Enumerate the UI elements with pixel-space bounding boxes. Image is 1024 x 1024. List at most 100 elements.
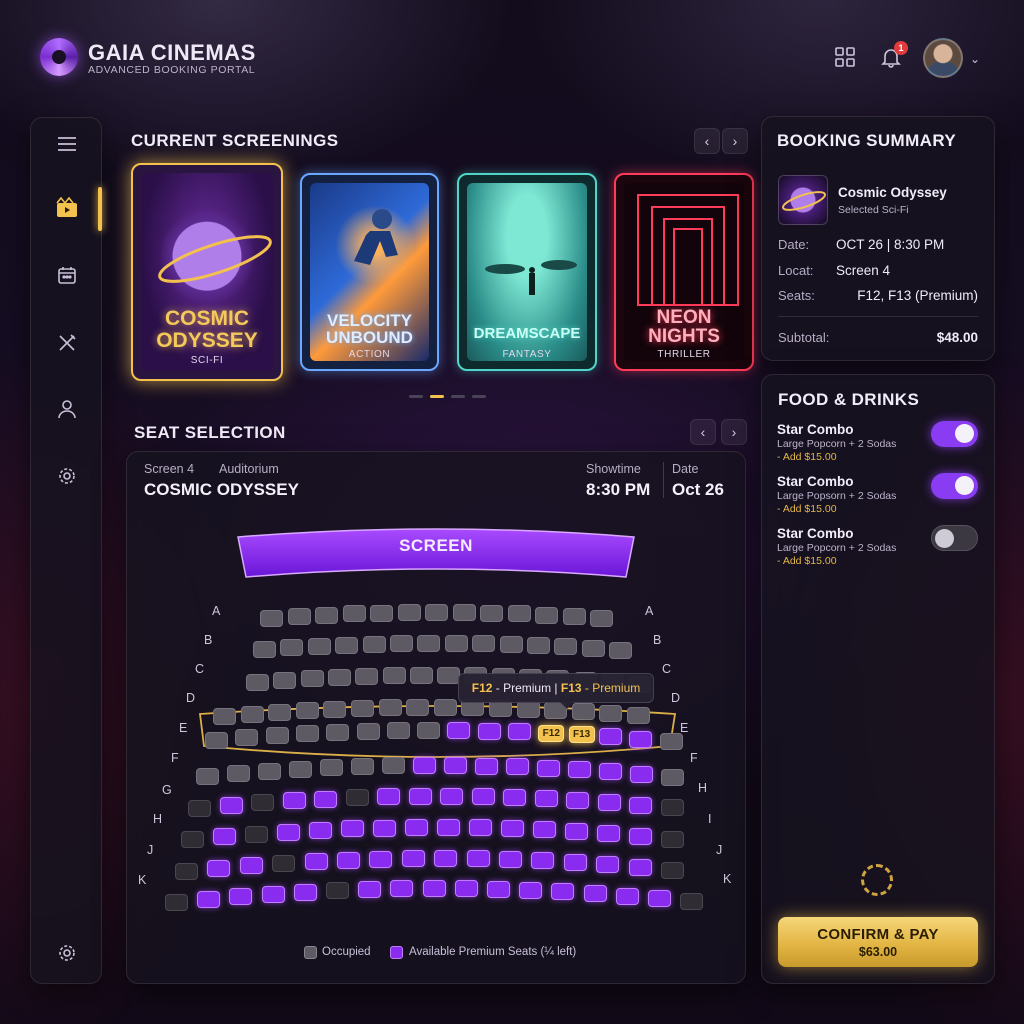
seat-available[interactable] [408,788,432,805]
dining-icon[interactable] [55,331,79,355]
seat-available[interactable] [629,731,653,748]
seat-available[interactable] [454,880,478,897]
user-avatar[interactable] [923,38,963,78]
seat-available[interactable] [447,722,471,739]
seat-available[interactable] [413,757,436,774]
seat-available[interactable] [597,825,620,842]
seat-available[interactable] [219,797,243,814]
row-label-left: E [179,721,188,735]
carousel-dot[interactable] [409,395,423,398]
seat-available[interactable] [358,881,382,898]
seat-available[interactable] [390,880,414,897]
movie-card-dreamscape[interactable]: DREAMSCAPE FANTASY [457,173,597,371]
settings-icon[interactable] [55,464,79,488]
seat-available[interactable] [471,788,495,805]
seat-available[interactable] [563,854,587,871]
food-toggle-3[interactable] [931,525,978,551]
seat-available[interactable] [239,857,263,874]
screenings-prev-button[interactable]: ‹ [694,128,720,154]
carousel-dot[interactable] [472,395,486,398]
seat-available[interactable] [377,788,400,805]
seat-selected[interactable]: F12 [538,725,565,742]
seat-available[interactable] [630,766,653,783]
seat-selected[interactable]: F13 [568,726,595,743]
seat-available[interactable] [469,819,492,836]
seat-available[interactable] [537,760,560,777]
seat-available[interactable] [304,853,328,870]
seat-available[interactable] [597,794,621,811]
seat-available[interactable] [444,757,467,774]
seat-available[interactable] [341,820,364,837]
seat-available[interactable] [534,790,558,807]
confirm-pay-button[interactable]: CONFIRM & PAY $63.00 [778,917,978,967]
seat-available[interactable] [583,885,607,902]
seat-available[interactable] [405,819,428,836]
seat-occupied [181,831,204,848]
user-icon[interactable] [55,397,79,421]
seat-available[interactable] [599,763,622,780]
seat-available[interactable] [440,788,463,805]
seat-available[interactable] [487,881,510,898]
seat-available[interactable] [531,852,555,869]
seat-available[interactable] [533,821,556,838]
seat-available[interactable] [475,758,498,775]
seat-available[interactable] [519,882,543,899]
seat-available[interactable] [373,820,396,837]
confirm-label: CONFIRM & PAY [817,926,939,943]
seat-available[interactable] [629,797,652,814]
calendar-icon[interactable] [55,263,79,287]
food-toggle-1[interactable] [931,421,978,447]
seat-available[interactable] [401,850,425,867]
food-toggle-2[interactable] [931,473,978,499]
summary-location-label: Locat: [778,263,814,278]
seat-available[interactable] [422,880,446,897]
tooltip-seat2: F13 [560,681,582,695]
seat-available[interactable] [615,888,639,905]
seat-available[interactable] [508,723,531,740]
seat-available[interactable] [568,761,591,778]
seat-prev-button[interactable]: ‹ [690,419,716,445]
seat-available[interactable] [293,884,317,901]
seat-available[interactable] [197,891,221,908]
seat-available[interactable] [648,890,671,907]
seat-available[interactable] [369,851,393,868]
seat-available[interactable] [629,828,652,845]
movie-card-neon-nights[interactable]: NEON NIGHTS THRILLER [614,173,754,371]
carousel-dot-active[interactable] [430,395,444,398]
chevron-down-icon[interactable]: ⌄ [970,52,980,66]
seat-next-button[interactable]: › [721,419,747,445]
seat-available[interactable] [277,824,300,841]
seat-available[interactable] [314,791,337,808]
seat-available[interactable] [506,758,529,775]
movie-card-cosmic-odyssey[interactable]: COSMIC ODYSSEY SCI-FI [131,163,283,381]
seat-available[interactable] [261,886,285,903]
food-item-name: Star Combo [777,526,854,541]
seat-available[interactable] [434,850,458,867]
seat-available[interactable] [596,856,620,873]
seat-available[interactable] [477,723,501,740]
settings-icon-bottom[interactable] [55,941,79,965]
grid-icon[interactable] [834,46,856,68]
carousel-dot[interactable] [451,395,465,398]
seat-available[interactable] [466,850,490,867]
seat-available[interactable] [499,851,522,868]
seat-available[interactable] [628,859,652,876]
seat-available[interactable] [337,852,360,869]
seat-available[interactable] [229,888,253,905]
screenings-next-button[interactable]: › [722,128,748,154]
seat-available[interactable] [598,728,622,745]
seat-available[interactable] [565,823,588,840]
film-icon[interactable] [55,196,79,220]
seat-available[interactable] [501,820,524,837]
seat-available[interactable] [437,819,460,836]
seat-available[interactable] [551,883,575,900]
seat-available[interactable] [566,792,589,809]
seat-available[interactable] [309,822,332,839]
seat-available[interactable] [282,792,306,809]
seat-available[interactable] [207,860,231,877]
movie-card-velocity-unbound[interactable]: VELOCITY UNBOUND ACTION [300,173,439,371]
menu-icon[interactable] [55,132,79,156]
seat-available[interactable] [213,828,236,845]
seat-occupied [188,800,211,817]
seat-available[interactable] [503,789,526,806]
